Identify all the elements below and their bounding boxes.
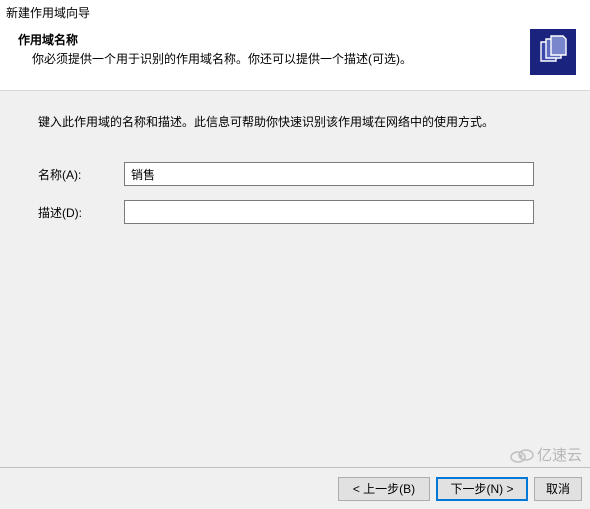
instruction-text: 键入此作用域的名称和描述。此信息可帮助你快速识别该作用域在网络中的使用方式。 — [32, 113, 558, 130]
name-input[interactable] — [124, 162, 534, 186]
header-divider — [0, 87, 590, 88]
description-input[interactable] — [124, 200, 534, 224]
description-label: 描述(D): — [38, 204, 124, 221]
description-row: 描述(D): — [32, 200, 558, 224]
wizard-header: 作用域名称 你必须提供一个用于识别的作用域名称。你还可以提供一个描述(可选)。 — [0, 23, 590, 87]
header-text-block: 作用域名称 你必须提供一个用于识别的作用域名称。你还可以提供一个描述(可选)。 — [18, 29, 412, 67]
window-title: 新建作用域向导 — [0, 0, 590, 23]
header-title: 作用域名称 — [18, 31, 412, 48]
wizard-content: 键入此作用域的名称和描述。此信息可帮助你快速识别该作用域在网络中的使用方式。 名… — [0, 90, 590, 470]
scope-folders-icon — [530, 29, 576, 75]
cancel-button[interactable]: 取消 — [534, 477, 582, 501]
wizard-footer: < 上一步(B) 下一步(N) > 取消 — [0, 467, 590, 509]
name-row: 名称(A): — [32, 162, 558, 186]
header-subtitle: 你必须提供一个用于识别的作用域名称。你还可以提供一个描述(可选)。 — [18, 50, 412, 67]
next-button[interactable]: 下一步(N) > — [436, 477, 528, 501]
name-label: 名称(A): — [38, 166, 124, 183]
back-button[interactable]: < 上一步(B) — [338, 477, 430, 501]
